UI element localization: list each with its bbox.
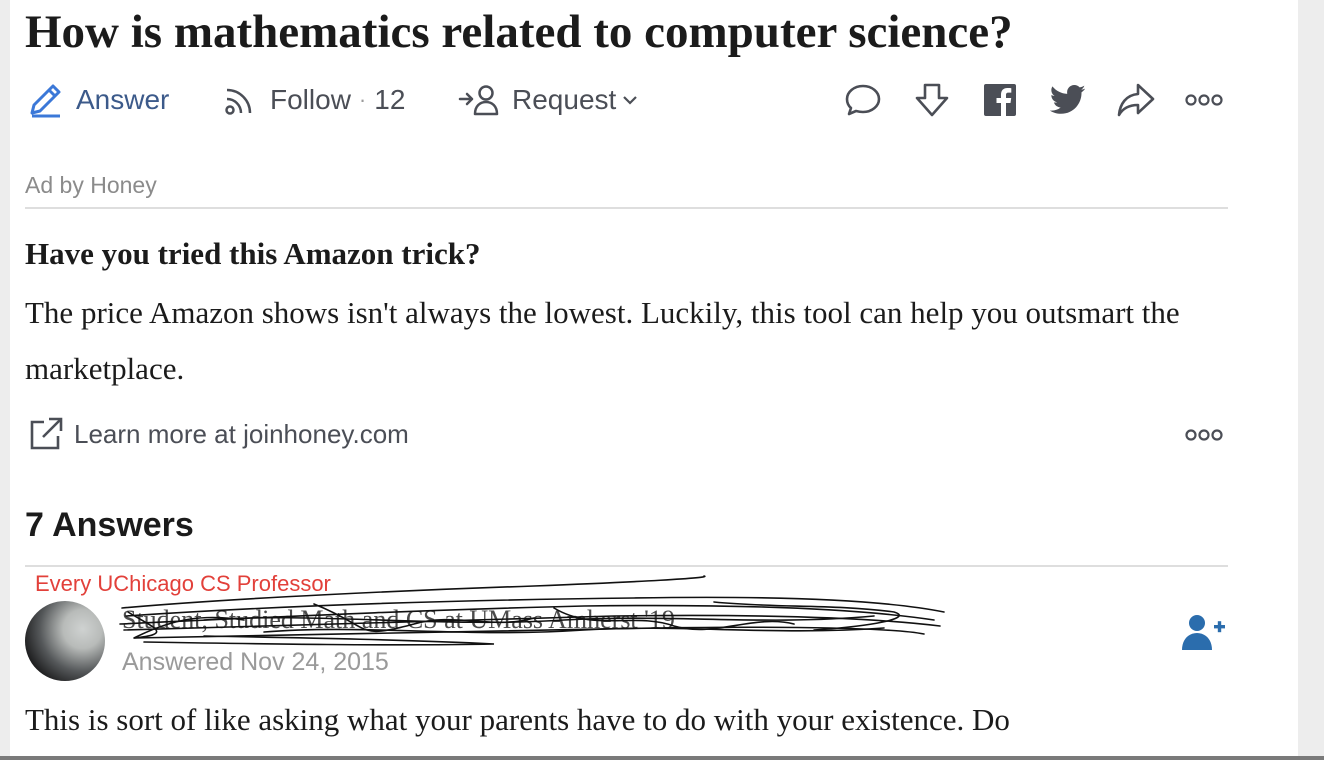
- follow-button[interactable]: Follow · 12: [222, 80, 405, 120]
- answer-credential: Every UChicago CS Professor: [35, 571, 331, 596]
- follow-author-button[interactable]: [1177, 610, 1229, 654]
- more-icon: [1185, 94, 1223, 106]
- ad-link-label: Learn more at joinhoney.com: [74, 418, 409, 449]
- external-link-icon: [30, 417, 63, 450]
- follow-separator: ·: [358, 87, 367, 112]
- answer-text: This is sort of like asking what your pa…: [25, 702, 1010, 737]
- author-name[interactable]: Student, Studied Math and CS at UMass Am…: [122, 605, 675, 635]
- downvote-button[interactable]: [910, 80, 954, 120]
- twitter-share-button[interactable]: [1046, 80, 1090, 120]
- share-button[interactable]: [1114, 80, 1158, 120]
- answers-count-heading: 7 Answers: [25, 506, 194, 544]
- answer-label: Answer: [76, 84, 170, 115]
- request-user-icon: [458, 85, 499, 116]
- follow-count: 12: [374, 84, 406, 115]
- chevron-down-icon: [623, 96, 638, 105]
- ad-learn-more-link[interactable]: Learn more at joinhoney.com: [28, 414, 409, 454]
- author-avatar[interactable]: [25, 601, 105, 681]
- divider: [25, 565, 1228, 567]
- answer-button[interactable]: Answer: [26, 80, 169, 120]
- comment-button[interactable]: [841, 80, 885, 120]
- page-content: How is mathematics related to computer s…: [10, 0, 1298, 756]
- more-icon: [1185, 429, 1223, 441]
- divider: [25, 207, 1228, 209]
- share-icon: [1117, 83, 1155, 117]
- more-options-button[interactable]: [1182, 80, 1226, 120]
- ad-sponsor-label: Ad by Honey: [25, 172, 157, 198]
- ad-body: The price Amazon shows isn't always the …: [25, 295, 1180, 386]
- rss-follow-icon: [225, 88, 252, 115]
- follow-label: Follow: [270, 84, 351, 115]
- request-button[interactable]: Request: [458, 80, 638, 120]
- facebook-share-button[interactable]: [978, 80, 1022, 120]
- window-bottom-edge: [0, 756, 1324, 760]
- add-user-icon: [1182, 615, 1225, 650]
- question-title: How is mathematics related to computer s…: [25, 6, 1013, 58]
- downvote-icon: [915, 83, 949, 117]
- pencil-icon: [30, 84, 61, 118]
- facebook-icon: [984, 84, 1016, 116]
- answered-date: Answered Nov 24, 2015: [122, 648, 389, 676]
- ad-title[interactable]: Have you tried this Amazon trick?: [25, 236, 481, 272]
- request-label: Request: [512, 84, 617, 115]
- twitter-icon: [1050, 85, 1086, 114]
- comment-icon: [845, 84, 881, 116]
- ad-more-options-button[interactable]: [1182, 418, 1226, 452]
